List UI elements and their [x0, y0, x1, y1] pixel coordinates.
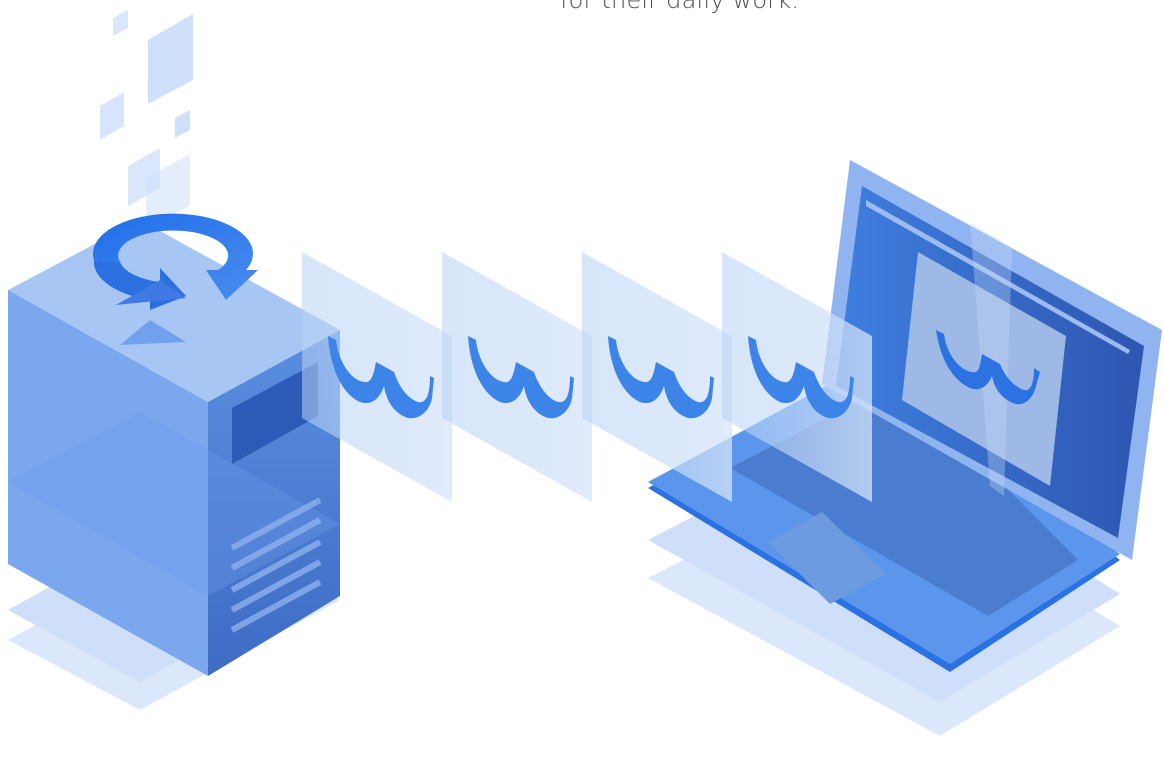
floating-tiles: [100, 10, 193, 228]
glass-panel-2: [442, 252, 592, 502]
illustration: [8, 10, 1162, 736]
glass-panel-3: [582, 252, 732, 502]
